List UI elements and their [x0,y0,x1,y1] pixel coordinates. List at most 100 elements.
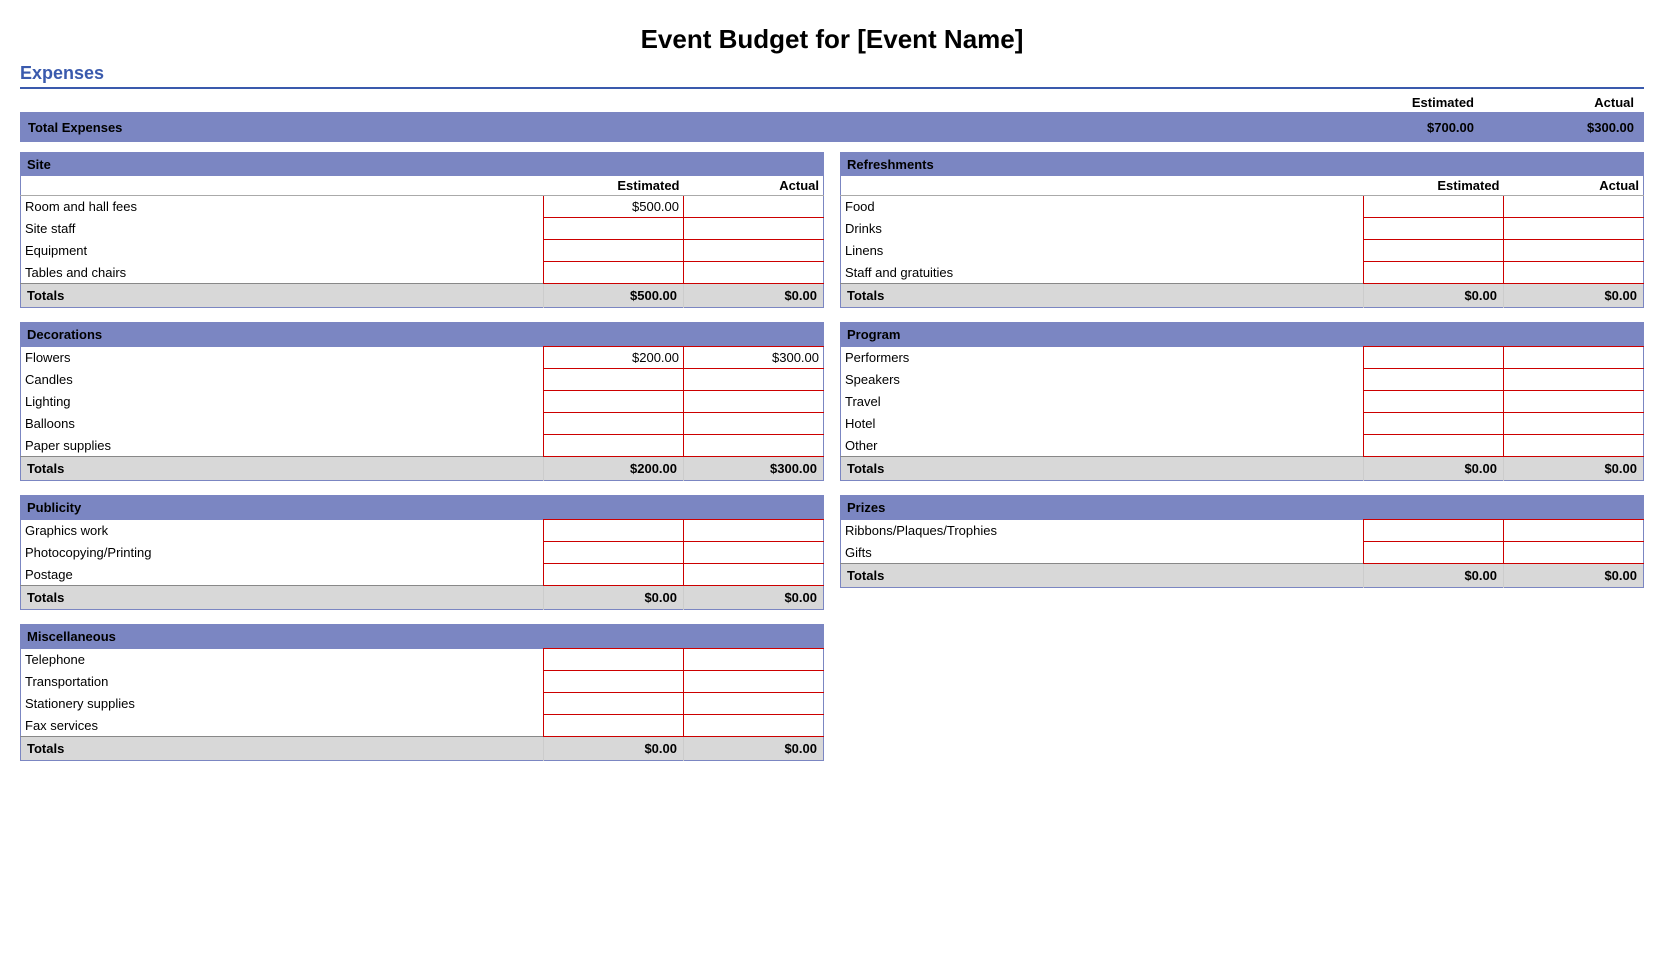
row-actual[interactable] [1504,520,1644,542]
program-section: Program PerformersSpeakersTravelHotelOth… [840,322,1644,481]
row-actual[interactable] [1504,391,1644,413]
row-name: Equipment [21,240,544,262]
total-expenses-label: Total Expenses [20,120,1324,135]
row-actual[interactable] [684,520,824,542]
row-actual[interactable] [684,649,824,671]
row-actual[interactable] [684,671,824,693]
row-actual[interactable] [1504,218,1644,240]
decorations-totals-estimated: $200.00 [544,457,684,481]
row-estimated[interactable] [544,520,684,542]
table-row: Photocopying/Printing [21,542,824,564]
row-actual[interactable] [684,218,824,240]
table-row: Ribbons/Plaques/Trophies [841,520,1644,542]
row-estimated[interactable] [1364,218,1504,240]
row-actual[interactable] [1504,196,1644,218]
table-row: Staff and gratuities [841,262,1644,284]
row-actual[interactable] [1504,369,1644,391]
row-estimated[interactable] [544,262,684,284]
row-estimated[interactable] [544,435,684,457]
row-name: Lighting [21,391,544,413]
row-actual[interactable] [684,413,824,435]
row-actual[interactable] [684,564,824,586]
program-totals-label: Totals [841,457,1364,481]
row-4: Miscellaneous TelephoneTransportationSta… [20,624,1644,761]
row-actual[interactable] [684,391,824,413]
table-row: Fax services [21,715,824,737]
row-estimated[interactable] [1364,262,1504,284]
row-estimated[interactable] [544,715,684,737]
row-estimated[interactable] [1364,240,1504,262]
row-actual[interactable] [684,369,824,391]
prizes-totals-label: Totals [841,564,1364,588]
row-actual[interactable] [684,196,824,218]
table-row: Tables and chairs [21,262,824,284]
row-name: Linens [841,240,1364,262]
refreshments-totals-label: Totals [841,284,1364,308]
refreshments-table: Refreshments Estimated Actual FoodDrinks… [840,152,1644,308]
row-estimated[interactable] [1364,347,1504,369]
row-actual[interactable] [1504,347,1644,369]
miscellaneous-table: Miscellaneous TelephoneTransportationSta… [20,624,824,761]
publicity-totals-actual: $0.00 [684,586,824,610]
row-estimated[interactable] [1364,196,1504,218]
prizes-totals-row: Totals $0.00 $0.00 [841,564,1644,588]
row-estimated[interactable] [544,649,684,671]
site-totals-actual: $0.00 [684,284,824,308]
row-name: Travel [841,391,1364,413]
row-actual[interactable] [684,542,824,564]
site-totals-label: Totals [21,284,544,308]
program-totals-actual: $0.00 [1504,457,1644,481]
row-actual[interactable] [684,240,824,262]
row-name: Food [841,196,1364,218]
row-estimated[interactable] [544,542,684,564]
row-actual[interactable] [684,693,824,715]
refreshments-totals-row: Totals $0.00 $0.00 [841,284,1644,308]
row-name: Stationery supplies [21,693,544,715]
row-estimated[interactable] [544,693,684,715]
row-name: Staff and gratuities [841,262,1364,284]
row-name: Room and hall fees [21,196,544,218]
row-estimated[interactable] [1364,435,1504,457]
table-row: Hotel [841,413,1644,435]
refreshments-totals-actual: $0.00 [1504,284,1644,308]
row-actual[interactable] [684,262,824,284]
table-row: Telephone [21,649,824,671]
row-estimated[interactable] [544,413,684,435]
row-estimated[interactable] [1364,520,1504,542]
row-estimated[interactable] [1364,369,1504,391]
row-estimated[interactable] [544,240,684,262]
top-col-headers: Estimated Actual [20,95,1644,110]
row-estimated[interactable] [544,369,684,391]
refreshments-totals-estimated: $0.00 [1364,284,1504,308]
row-actual[interactable] [1504,413,1644,435]
row-estimated[interactable]: $200.00 [544,347,684,369]
site-section: Site Estimated Actual Room and hall fees… [20,152,824,308]
row-actual[interactable] [1504,435,1644,457]
miscellaneous-totals-label: Totals [21,737,544,761]
row-estimated[interactable] [1364,391,1504,413]
row-actual[interactable]: $300.00 [684,347,824,369]
prizes-header: Prizes [841,496,1644,520]
decorations-totals-row: Totals $200.00 $300.00 [21,457,824,481]
row-estimated[interactable]: $500.00 [544,196,684,218]
row-actual[interactable] [1504,240,1644,262]
row-estimated[interactable] [1364,542,1504,564]
table-row: Candles [21,369,824,391]
row-actual[interactable] [1504,542,1644,564]
row-actual[interactable] [684,715,824,737]
decorations-totals-actual: $300.00 [684,457,824,481]
table-row: Flowers$200.00$300.00 [21,347,824,369]
row-estimated[interactable] [544,391,684,413]
prizes-totals-estimated: $0.00 [1364,564,1504,588]
table-row: Food [841,196,1644,218]
row-estimated[interactable] [544,218,684,240]
row-estimated[interactable] [544,564,684,586]
row-estimated[interactable] [544,671,684,693]
row-name: Other [841,435,1364,457]
table-row: Transportation [21,671,824,693]
row-actual[interactable] [684,435,824,457]
table-row: Site staff [21,218,824,240]
row-actual[interactable] [1504,262,1644,284]
row-estimated[interactable] [1364,413,1504,435]
row-name: Speakers [841,369,1364,391]
